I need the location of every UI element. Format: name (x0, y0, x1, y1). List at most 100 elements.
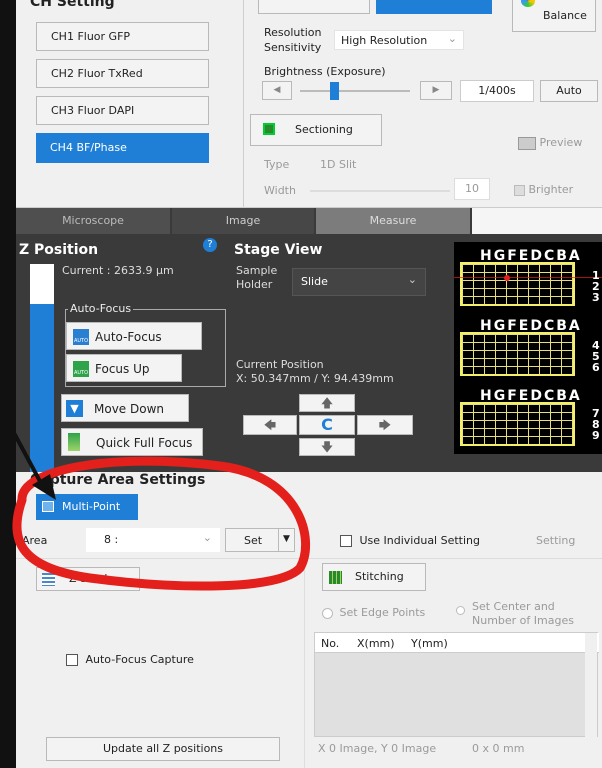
brightness-label: Brightness (Exposure) (264, 65, 386, 78)
resolution-select[interactable]: High Resolution ⌄ (334, 30, 464, 50)
autofocus-capture-checkbox[interactable]: Auto-Focus Capture (66, 653, 194, 666)
update-z-button[interactable]: Update all Z positions (46, 737, 280, 761)
autofocus-label: Auto-Focus (95, 330, 162, 344)
tab-measure[interactable]: Measure (316, 208, 470, 234)
brightness-decrease-button[interactable]: ◀ (262, 81, 292, 100)
stage-view-title: Stage View (234, 242, 323, 258)
area-value: 8 : (104, 533, 119, 546)
brightness-increase-button[interactable]: ▶ (420, 81, 452, 100)
sample-holder-label: Sample Holder (236, 264, 278, 291)
slide-grid-2[interactable] (460, 332, 575, 376)
width-label: Width (264, 184, 296, 197)
slide-grid-3[interactable] (460, 402, 575, 446)
balance-icon (521, 0, 535, 7)
current-position-crosshair-h (454, 277, 602, 278)
sample-holder-value: Slide (301, 275, 328, 288)
z-slider-thumb[interactable] (30, 264, 54, 304)
quick-focus-icon (68, 433, 80, 451)
radio-icon (456, 606, 465, 615)
z-stack-label: Z-Stack (69, 572, 111, 585)
auto-icon: AUTO (73, 329, 89, 345)
brighter-checkbox[interactable]: Brighter (514, 183, 573, 196)
chevron-down-icon: ⌄ (447, 32, 457, 45)
stage-center-button[interactable]: C (299, 415, 355, 435)
area-select[interactable]: 8 : ⌄ (86, 528, 220, 552)
slide-map[interactable]: HGFEDCBA 1 2 3 HGFEDCBA 4 5 6 HGFEDCBA 7… (454, 242, 602, 454)
area-label: Area (22, 534, 48, 547)
stage-down-button[interactable]: 🡇 (299, 438, 355, 456)
slide-numbers-1: 1 2 3 (592, 269, 600, 304)
sample-holder-select[interactable]: Slide ⌄ (292, 268, 426, 296)
ch-setting-panel: CH Setting CH1 Fluor GFP CH2 Fluor TxRed… (16, 0, 602, 208)
top-blue-button[interactable] (376, 0, 492, 14)
top-left-button[interactable] (258, 0, 370, 14)
status-images: X 0 Image, Y 0 Image (318, 742, 437, 755)
exposure-value[interactable]: 1/400s (460, 80, 534, 102)
stitching-button[interactable]: Stitching (322, 563, 426, 591)
resolution-value: High Resolution (341, 34, 428, 47)
stage-up-button[interactable]: 🡅 (299, 394, 355, 412)
stage-left-button[interactable]: 🡄 (243, 415, 297, 435)
z-position-title: Z Position (19, 242, 99, 258)
preview-label: Preview (539, 136, 583, 149)
quick-full-focus-button[interactable]: Quick Full Focus (61, 428, 203, 456)
ch-setting-right-area: Balance Resolution Sensitivity High Reso… (243, 0, 602, 208)
tab-image[interactable]: Image (172, 208, 314, 234)
channel-button-ch3[interactable]: CH3 Fluor DAPI (36, 96, 209, 125)
table-header-y: Y(mm) (411, 637, 448, 650)
sectioning-label: Sectioning (295, 123, 353, 136)
multipoint-label: Multi-Point (62, 500, 121, 513)
width-value[interactable]: 10 (454, 178, 490, 200)
set-button[interactable]: Set ▼ (225, 528, 295, 552)
current-position-value: X: 50.347mm / Y: 94.439mm (236, 372, 394, 385)
set-dropdown-icon[interactable]: ▼ (278, 529, 294, 551)
preview-toggle[interactable]: Preview (518, 136, 582, 150)
balance-button[interactable]: Balance (512, 0, 596, 32)
channel-button-ch1[interactable]: CH1 Fluor GFP (36, 22, 209, 51)
width-slider-track[interactable] (310, 190, 450, 192)
channel-button-ch2[interactable]: CH2 Fluor TxRed (36, 59, 209, 88)
slide-numbers-3: 7 8 9 (592, 407, 600, 442)
focus-up-button[interactable]: AUTO Focus Up (66, 354, 182, 382)
arrow-down-icon: ▼ (66, 400, 83, 417)
points-table: No. X(mm) Y(mm) (314, 632, 599, 738)
tab-microscope[interactable]: Microscope (16, 208, 170, 234)
table-scrollbar[interactable] (585, 633, 597, 738)
setting-button[interactable]: Setting (536, 534, 575, 547)
sectioning-icon (263, 123, 275, 135)
brightness-slider-track[interactable] (300, 90, 410, 92)
table-header-no: No. (321, 637, 340, 650)
multipoint-icon (42, 501, 54, 512)
autofocus-button[interactable]: AUTO Auto-Focus (66, 322, 202, 350)
preview-icon (518, 136, 536, 150)
channel-button-ch4[interactable]: CH4 BF/Phase (36, 133, 209, 163)
set-edge-points-radio[interactable]: Set Edge Points (322, 606, 425, 619)
auto-exposure-button[interactable]: Auto (540, 80, 598, 102)
resolution-label: Resolution Sensitivity (264, 26, 322, 54)
multipoint-button[interactable]: Multi-Point (36, 494, 138, 520)
current-position-marker (504, 275, 510, 281)
sectioning-button[interactable]: Sectioning (250, 114, 382, 146)
set-center-label: Set Center and Number of Images (472, 600, 574, 627)
current-position-label: Current Position (236, 358, 324, 371)
move-down-button[interactable]: ▼ Move Down (61, 394, 189, 422)
chevron-down-icon: ⌄ (407, 273, 417, 286)
capture-area-panel: Capture Area Settings Multi-Point Area 8… (16, 472, 602, 768)
help-icon[interactable]: ? (203, 238, 217, 252)
stage-right-button[interactable]: 🡆 (357, 415, 413, 435)
z-stack-button[interactable]: Z-Stack (36, 567, 140, 591)
use-individual-label: Use Individual Setting (359, 534, 481, 547)
tab-bar: Microscope Image Measure (16, 208, 602, 234)
type-value: 1D Slit (320, 158, 357, 171)
table-header-x: X(mm) (357, 637, 395, 650)
use-individual-checkbox[interactable]: Use Individual Setting (340, 534, 480, 547)
slide-grid-1[interactable] (460, 262, 575, 306)
focus-up-label: Focus Up (95, 362, 150, 376)
brightness-slider-thumb[interactable] (330, 82, 339, 100)
microscope-panel: Z Position ? Current : 2633.9 μm Auto-Fo… (16, 234, 602, 472)
capture-area-title: Capture Area Settings (30, 472, 206, 488)
chevron-down-icon: ⌄ (202, 531, 212, 544)
slide-numbers-2: 4 5 6 (592, 339, 600, 374)
balance-label: Balance (543, 9, 587, 22)
set-edge-points-label: Set Edge Points (339, 606, 426, 619)
